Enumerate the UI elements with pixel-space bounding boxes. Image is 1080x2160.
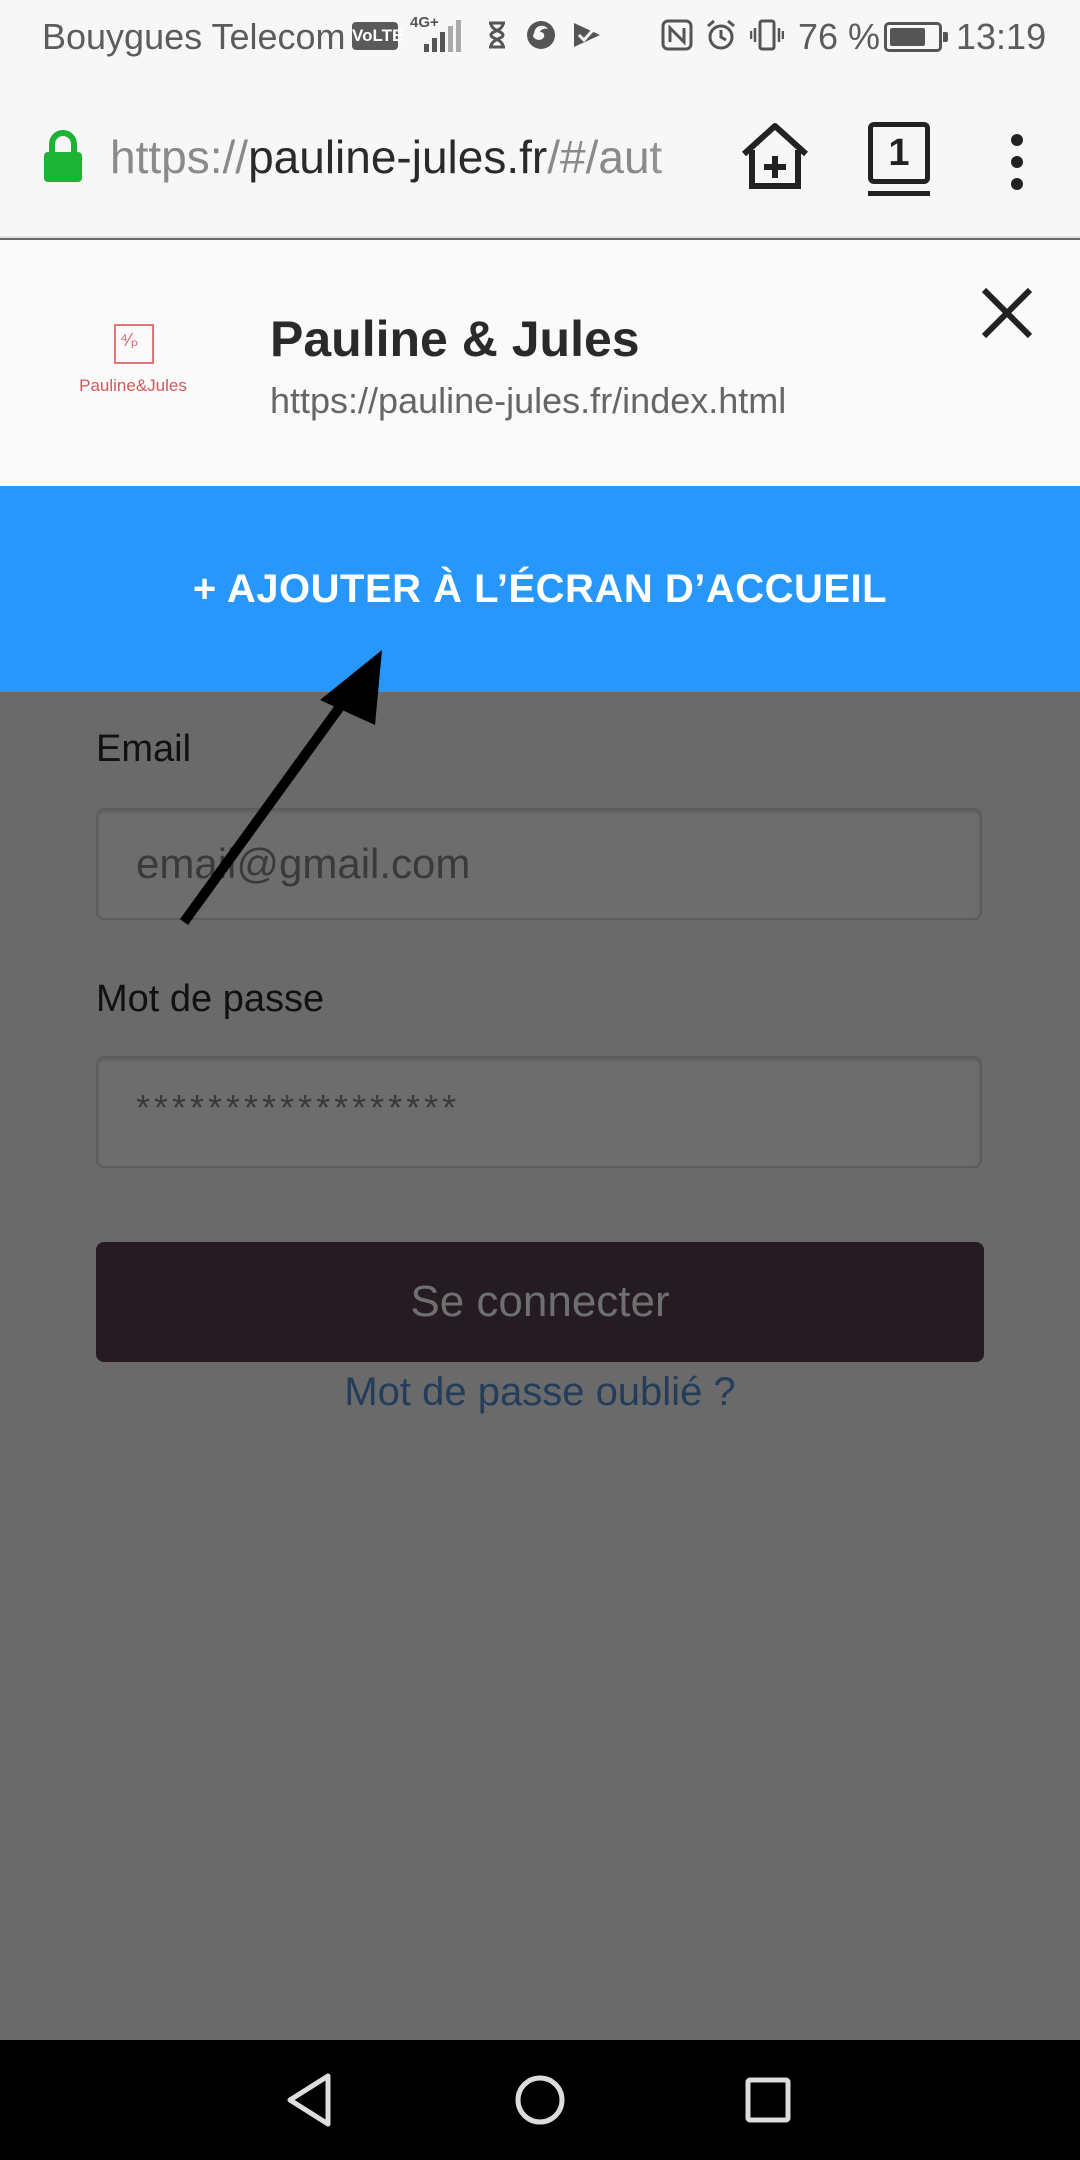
add-to-home-icon[interactable] [738,120,812,194]
url-scheme: https:// [110,131,249,183]
add-to-home-button[interactable]: + AJOUTER À L’ÉCRAN D’ACCUEIL [0,486,1080,692]
app-name: Pauline & Jules [270,311,640,367]
carrier-name: Bouygues Telecom [42,16,346,57]
app-logo: Pauline&Jules [58,324,208,404]
logo-text: Pauline&Jules [79,376,187,395]
battery-percent: 76 % [798,16,881,57]
install-banner: Pauline&Jules Pauline & Jules https://pa… [0,240,1080,486]
annotation-arrow-icon [179,650,382,925]
vibrate-icon [750,19,784,51]
nfc-icon [661,19,693,51]
login-button[interactable]: Se connecter [96,1242,984,1362]
volte-icon: VoLTE [352,22,403,50]
tabs-underline [868,191,930,196]
status-bar: Bouygues Telecom VoLTE 4G+ 76 % 13:19 [0,0,1080,72]
password-label: Mot de passe [96,978,325,1020]
password-field[interactable]: ****************** [96,1056,982,1168]
close-icon[interactable] [976,282,1038,344]
tabs-icon[interactable]: 1 [868,122,930,184]
lock-icon[interactable] [40,128,86,184]
check-icon [574,23,600,47]
forgot-password-link[interactable]: Mot de passe oublié ? [0,1370,1080,1415]
hourglass-icon [489,21,505,49]
logo-mark-icon [114,324,154,364]
alarm-icon [707,19,735,50]
overflow-menu-icon[interactable] [1000,132,1034,192]
browser-toolbar: https://pauline-jules.fr/#/aut 1 [0,72,1080,238]
back-icon[interactable] [278,2068,342,2132]
signal-icon: 4G+ [410,14,466,54]
address-bar[interactable]: https://pauline-jules.fr/#/aut [110,130,710,190]
url-path: /#/aut [547,131,663,183]
battery-icon [884,22,948,52]
home-icon[interactable] [508,2068,572,2132]
app-url: https://pauline-jules.fr/index.html [270,380,787,421]
recents-icon[interactable] [736,2068,800,2132]
firefox-icon [527,21,555,49]
clock: 13:19 [956,16,1047,57]
url-host: pauline-jules.fr [248,131,548,183]
navigation-bar [0,2040,1080,2160]
